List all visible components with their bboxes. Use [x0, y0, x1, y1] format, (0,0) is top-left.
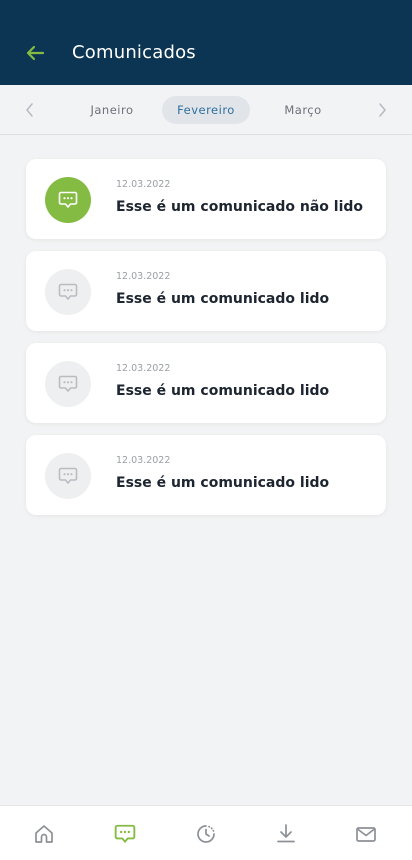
message-status-avatar — [45, 177, 91, 223]
message-date: 12.03.2022 — [116, 271, 171, 282]
chevron-left-icon — [26, 103, 33, 117]
app-header: Comunicados — [0, 0, 412, 85]
message-title: Esse é um comunicado lido — [116, 291, 330, 307]
message-date: 12.03.2022 — [116, 363, 171, 374]
message-card[interactable]: 12.03.2022 Esse é um comunicado não lido — [26, 159, 386, 239]
arrow-left-icon — [26, 45, 45, 61]
message-card[interactable]: 12.03.2022 Esse é um comunicado lido — [26, 251, 386, 331]
chat-icon — [114, 824, 136, 843]
chat-icon — [58, 375, 78, 392]
next-month-button[interactable] — [369, 97, 395, 123]
page-title: Comunicados — [72, 42, 196, 63]
message-status-avatar — [45, 269, 91, 315]
message-date: 12.03.2022 — [116, 179, 171, 190]
back-button[interactable] — [22, 40, 48, 66]
message-title: Esse é um comunicado lido — [116, 475, 330, 491]
month-tab-marco[interactable]: Março — [270, 96, 336, 124]
chevron-right-icon — [379, 103, 386, 117]
month-tab-fevereiro[interactable]: Fevereiro — [162, 96, 250, 124]
message-date: 12.03.2022 — [116, 455, 171, 466]
bottom-navigation — [0, 805, 412, 860]
message-title: Esse é um comunicado lido — [116, 383, 330, 399]
download-icon — [277, 824, 295, 843]
message-status-avatar — [45, 361, 91, 407]
message-card[interactable]: 12.03.2022 Esse é um comunicado lido — [26, 343, 386, 423]
month-tab-janeiro[interactable]: Janeiro — [78, 96, 146, 124]
chat-icon — [58, 191, 78, 208]
clock-history-icon — [197, 825, 215, 843]
nav-mail[interactable] — [352, 820, 380, 848]
mail-icon — [356, 827, 376, 842]
nav-messages[interactable] — [111, 820, 139, 848]
home-icon — [35, 825, 53, 843]
message-card[interactable]: 12.03.2022 Esse é um comunicado lido — [26, 435, 386, 515]
message-status-avatar — [45, 453, 91, 499]
chat-icon — [58, 467, 78, 484]
chat-icon — [58, 283, 78, 300]
month-selector: Janeiro Fevereiro Março — [0, 85, 412, 135]
previous-month-button[interactable] — [17, 97, 43, 123]
nav-downloads[interactable] — [272, 820, 300, 848]
nav-home[interactable] — [30, 820, 58, 848]
message-title: Esse é um comunicado não lido — [116, 199, 364, 215]
nav-history[interactable] — [192, 820, 220, 848]
